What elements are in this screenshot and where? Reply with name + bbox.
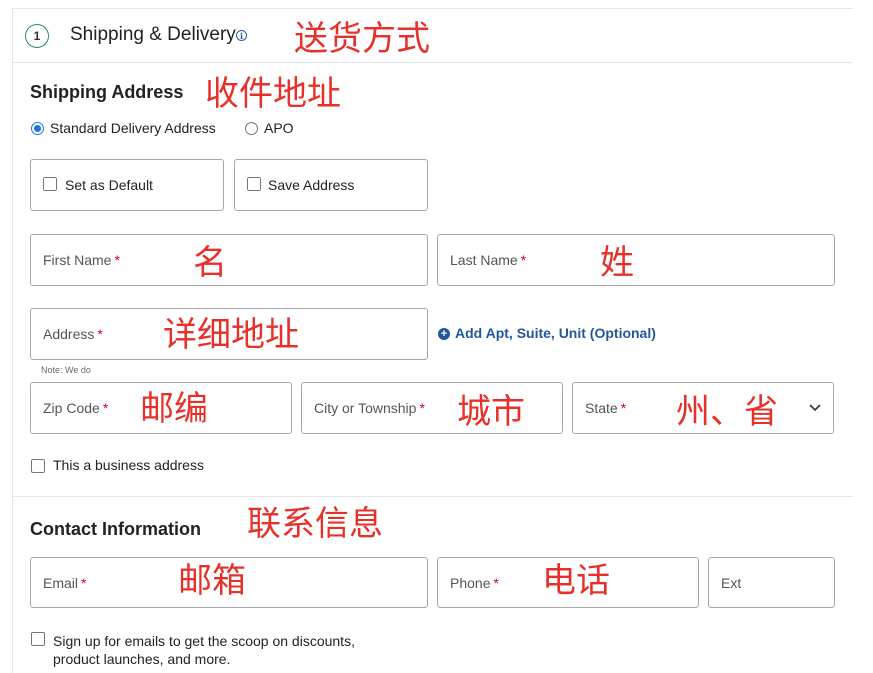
info-icon[interactable]: i bbox=[236, 30, 247, 41]
annotation-state: 州、省 bbox=[676, 392, 778, 432]
last-name-placeholder: Last Name * bbox=[450, 252, 527, 268]
annotation-first-name: 名 bbox=[193, 243, 227, 283]
shipping-address-heading: Shipping Address bbox=[30, 82, 184, 102]
annotation-last-name: 姓 bbox=[600, 243, 634, 283]
plus-circle-icon[interactable]: + bbox=[438, 328, 450, 340]
header-divider bbox=[12, 62, 853, 63]
set-default-label[interactable]: Set as Default bbox=[65, 177, 153, 193]
standard-delivery-label[interactable]: Standard Delivery Address bbox=[50, 120, 216, 136]
business-address-checkbox[interactable] bbox=[31, 459, 45, 473]
address-note: Note: We do bbox=[41, 365, 91, 375]
panel-left-border bbox=[12, 8, 13, 673]
email-signup-checkbox[interactable] bbox=[31, 632, 45, 646]
annotation-address: 详细地址 bbox=[163, 315, 299, 355]
annotation-email: 邮箱 bbox=[178, 561, 246, 601]
email-placeholder: Email * bbox=[43, 575, 87, 591]
contact-information-heading: Contact Information bbox=[30, 519, 201, 539]
first-name-placeholder: First Name * bbox=[43, 252, 120, 268]
set-default-checkbox[interactable] bbox=[43, 177, 57, 191]
annotation-contact-info: 联系信息 bbox=[247, 504, 383, 544]
state-placeholder: State * bbox=[585, 400, 627, 416]
add-apt-link[interactable]: Add Apt, Suite, Unit (Optional) bbox=[455, 325, 656, 341]
save-address-checkbox[interactable] bbox=[247, 177, 261, 191]
business-address-label[interactable]: This a business address bbox=[53, 457, 204, 473]
ext-placeholder: Ext bbox=[721, 575, 742, 591]
chevron-down-icon[interactable] bbox=[808, 403, 822, 413]
address-placeholder: Address * bbox=[43, 326, 103, 342]
email-signup-line2[interactable]: product launches, and more. bbox=[53, 650, 230, 668]
section-divider bbox=[12, 496, 853, 497]
save-address-label[interactable]: Save Address bbox=[268, 177, 354, 193]
annotation-city: 城市 bbox=[457, 392, 525, 432]
step-number-badge: 1 bbox=[25, 24, 49, 48]
standard-delivery-radio[interactable] bbox=[31, 122, 44, 135]
city-placeholder: City or Township * bbox=[314, 400, 425, 416]
annotation-shipping-address: 收件地址 bbox=[205, 74, 341, 114]
email-signup-line1[interactable]: Sign up for emails to get the scoop on d… bbox=[53, 632, 355, 650]
annotation-zip: 邮编 bbox=[140, 389, 208, 429]
panel-top-border bbox=[12, 8, 853, 9]
zip-code-placeholder: Zip Code * bbox=[43, 400, 109, 416]
section-title: Shipping & Delivery bbox=[70, 24, 236, 45]
annotation-delivery-method: 送货方式 bbox=[294, 19, 430, 59]
annotation-phone: 电话 bbox=[542, 561, 610, 601]
apo-label[interactable]: APO bbox=[264, 120, 294, 136]
apo-radio[interactable] bbox=[245, 122, 258, 135]
phone-placeholder: Phone * bbox=[450, 575, 499, 591]
